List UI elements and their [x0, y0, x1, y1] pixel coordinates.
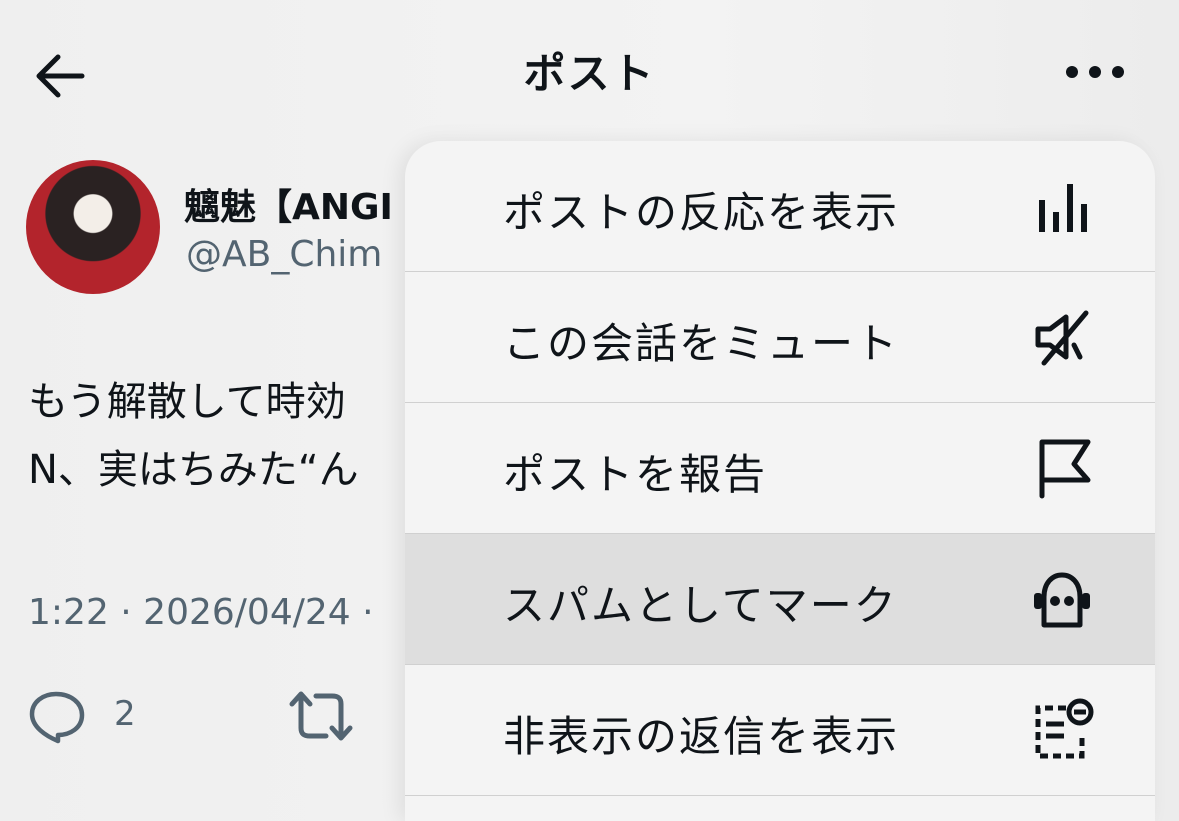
flag-icon	[1039, 439, 1091, 499]
post-text: もう解散して時効 N、実はちみた“ん	[28, 379, 359, 493]
more-options-button[interactable]	[1060, 50, 1130, 94]
robot-icon	[1034, 572, 1090, 628]
reply-icon	[29, 691, 85, 744]
reply-button[interactable]	[28, 688, 88, 744]
menu-item-label: ポストの反応を表示	[503, 188, 900, 237]
post-timestamp: 1:22 · 2026/04/24 ·	[28, 592, 374, 633]
menu-item-mark-spam[interactable]: スパムとしてマーク	[405, 534, 1155, 665]
menu-item-mute-conversation[interactable]: この会話をミュート	[405, 272, 1155, 403]
menu-item-label: 非表示の返信を表示	[503, 712, 900, 761]
menu-item-label: この会話をミュート	[503, 319, 900, 368]
menu-item-report-post[interactable]: ポストを報告	[405, 403, 1155, 534]
repost-button[interactable]	[286, 688, 356, 744]
page-title: ポスト	[523, 49, 656, 98]
avatar[interactable]	[26, 160, 160, 294]
reply-count: 2	[114, 694, 136, 734]
post-username[interactable]: 魑魅【ANGI	[184, 178, 393, 230]
more-horizontal-icon	[1066, 66, 1124, 78]
menu-item-label: スパムとしてマーク	[503, 581, 898, 630]
menu-item-view-engagement[interactable]: ポストの反応を表示	[405, 141, 1155, 272]
menu-item-label: ポストを報告	[503, 450, 768, 499]
menu-item-view-hidden-replies[interactable]: 非表示の返信を表示	[405, 665, 1155, 796]
repost-icon	[289, 691, 353, 741]
bar-chart-icon	[1039, 184, 1087, 232]
hidden-replies-icon	[1035, 698, 1094, 759]
post-handle[interactable]: @AB_Chim	[186, 234, 382, 275]
post-options-menu: ポストの反応を表示 この会話をミュート ポストを報告 スパムとしてマーク 非表示…	[405, 141, 1155, 821]
top-bar: ポスト	[0, 0, 1179, 140]
mute-speaker-icon	[1035, 310, 1089, 366]
